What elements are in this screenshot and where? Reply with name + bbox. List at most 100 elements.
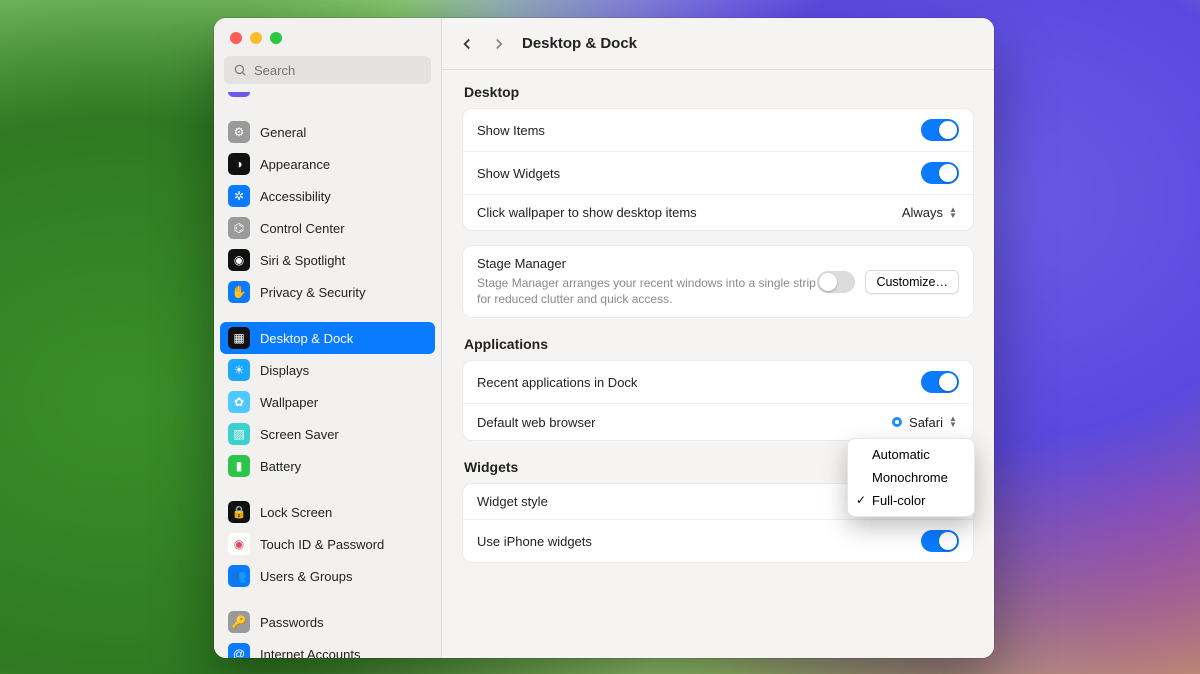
sidebar-item-label: Displays [260, 363, 309, 378]
show-widgets-toggle[interactable] [921, 162, 959, 184]
use-iphone-widgets-toggle[interactable] [921, 530, 959, 552]
menu-item-monochrome[interactable]: Monochrome [848, 466, 974, 489]
group-widgets: Widget style ▲▼ Use iPhone widgets Autom… [462, 483, 974, 563]
privacy-security-icon: ✋ [228, 281, 250, 303]
window-controls [214, 18, 441, 50]
sidebar-nav[interactable]: ⧗Screen Time ⚙ General ◑ Appearance ✲ Accessib… [214, 92, 441, 658]
label: Use iPhone widgets [477, 534, 592, 549]
battery-icon: ▮ [228, 455, 250, 477]
row-show-widgets: Show Widgets [463, 151, 973, 194]
sidebar-item-touchid-password[interactable]: ◉ Touch ID & Password [220, 528, 435, 560]
sidebar-item-control-center[interactable]: ⌬ Control Center [220, 212, 435, 244]
sidebar-item-siri-spotlight[interactable]: ◉ Siri & Spotlight [220, 244, 435, 276]
label: Show Widgets [477, 166, 560, 181]
screen-saver-icon: ▨ [228, 423, 250, 445]
description: Stage Manager arranges your recent windo… [477, 275, 817, 307]
sidebar-item-wallpaper[interactable]: ✿ Wallpaper [220, 386, 435, 418]
sidebar-item-screen-time[interactable]: ⧗Screen Time [220, 92, 435, 102]
menu-item-label: Automatic [872, 447, 930, 462]
sidebar-item-label: Screen Saver [260, 427, 339, 442]
main-pane: Desktop & Dock Desktop Show Items Show W… [442, 18, 994, 658]
safari-icon [889, 414, 905, 430]
sidebar-item-privacy-security[interactable]: ✋ Privacy & Security [220, 276, 435, 308]
label: Show Items [477, 123, 545, 138]
menu-item-full-color[interactable]: ✓Full-color [848, 489, 974, 512]
screen-time-icon: ⧗ [228, 92, 250, 97]
sidebar-item-general[interactable]: ⚙ General [220, 116, 435, 148]
siri-spotlight-icon: ◉ [228, 249, 250, 271]
group-stage-manager: Stage Manager Stage Manager arranges you… [462, 245, 974, 318]
topbar: Desktop & Dock [442, 18, 994, 70]
label: Click wallpaper to show desktop items [477, 205, 697, 220]
stage-manager-toggle[interactable] [817, 271, 855, 293]
page-title: Desktop & Dock [522, 35, 637, 52]
sidebar-item-label: Lock Screen [260, 505, 332, 520]
sidebar-item-label: Touch ID & Password [260, 537, 384, 552]
menu-item-automatic[interactable]: Automatic [848, 443, 974, 466]
label: Recent applications in Dock [477, 375, 637, 390]
updown-icon: ▲▼ [947, 416, 959, 428]
updown-icon: ▲▼ [947, 207, 959, 219]
sidebar-item-label: Appearance [260, 157, 330, 172]
search-input[interactable] [224, 56, 431, 84]
sidebar-item-label: General [260, 125, 306, 140]
sidebar-item-label: Privacy & Security [260, 285, 365, 300]
sidebar-item-battery[interactable]: ▮ Battery [220, 450, 435, 482]
sidebar-item-label: Internet Accounts [260, 647, 360, 659]
click-wallpaper-select[interactable]: Always ▲▼ [902, 205, 959, 220]
wallpaper-icon: ✿ [228, 391, 250, 413]
group-desktop-display: Show Items Show Widgets Click wallpaper … [462, 108, 974, 231]
general-icon: ⚙ [228, 121, 250, 143]
sidebar-item-label: Wallpaper [260, 395, 318, 410]
sidebar-item-label: Passwords [260, 615, 324, 630]
sidebar-item-lock-screen[interactable]: 🔒 Lock Screen [220, 496, 435, 528]
internet-accounts-icon: @ [228, 643, 250, 658]
touchid-password-icon: ◉ [228, 533, 250, 555]
sidebar-item-label: Desktop & Dock [260, 331, 353, 346]
minimize-window-button[interactable] [250, 32, 262, 44]
sidebar-item-desktop-dock[interactable]: ▦ Desktop & Dock [220, 322, 435, 354]
forward-button[interactable] [490, 35, 508, 53]
back-button[interactable] [458, 35, 476, 53]
section-heading-desktop: Desktop [462, 80, 974, 108]
select-value: Always [902, 205, 943, 220]
appearance-icon: ◑ [228, 153, 250, 175]
sidebar-item-internet-accounts[interactable]: @ Internet Accounts [220, 638, 435, 658]
show-items-toggle[interactable] [921, 119, 959, 141]
sidebar-item-label: Battery [260, 459, 301, 474]
row-default-browser: Default web browser Safari ▲▼ [463, 403, 973, 440]
customize-button[interactable]: Customize… [865, 270, 959, 294]
accessibility-icon: ✲ [228, 185, 250, 207]
menu-item-label: Full-color [872, 493, 925, 508]
label: Stage Manager [477, 256, 817, 271]
displays-icon: ☀ [228, 359, 250, 381]
row-click-wallpaper: Click wallpaper to show desktop items Al… [463, 194, 973, 230]
sidebar-item-label: Siri & Spotlight [260, 253, 345, 268]
content-area[interactable]: Desktop Show Items Show Widgets Click wa… [442, 70, 994, 658]
sidebar-item-users-groups[interactable]: 👥 Users & Groups [220, 560, 435, 592]
default-browser-select[interactable]: Safari ▲▼ [889, 414, 959, 430]
passwords-icon: 🔑 [228, 611, 250, 633]
recent-apps-toggle[interactable] [921, 371, 959, 393]
label: Default web browser [477, 415, 596, 430]
close-window-button[interactable] [230, 32, 242, 44]
sidebar-item-accessibility[interactable]: ✲ Accessibility [220, 180, 435, 212]
zoom-window-button[interactable] [270, 32, 282, 44]
row-stage-manager: Stage Manager Stage Manager arranges you… [463, 246, 973, 317]
sidebar-item-screen-saver[interactable]: ▨ Screen Saver [220, 418, 435, 450]
label: Widget style [477, 494, 548, 509]
desktop-dock-icon: ▦ [228, 327, 250, 349]
group-applications: Recent applications in Dock Default web … [462, 360, 974, 441]
menu-item-label: Monochrome [872, 470, 948, 485]
sidebar-item-label: Accessibility [260, 189, 331, 204]
sidebar-item-appearance[interactable]: ◑ Appearance [220, 148, 435, 180]
control-center-icon: ⌬ [228, 217, 250, 239]
users-groups-icon: 👥 [228, 565, 250, 587]
sidebar-item-label: Users & Groups [260, 569, 352, 584]
sidebar-item-displays[interactable]: ☀ Displays [220, 354, 435, 386]
lock-screen-icon: 🔒 [228, 501, 250, 523]
sidebar-item-label: Control Center [260, 221, 345, 236]
widget-style-menu[interactable]: Automatic Monochrome ✓Full-color [847, 438, 975, 517]
sidebar-item-passwords[interactable]: 🔑 Passwords [220, 606, 435, 638]
settings-window: ⧗Screen Time ⚙ General ◑ Appearance ✲ Accessib… [214, 18, 994, 658]
